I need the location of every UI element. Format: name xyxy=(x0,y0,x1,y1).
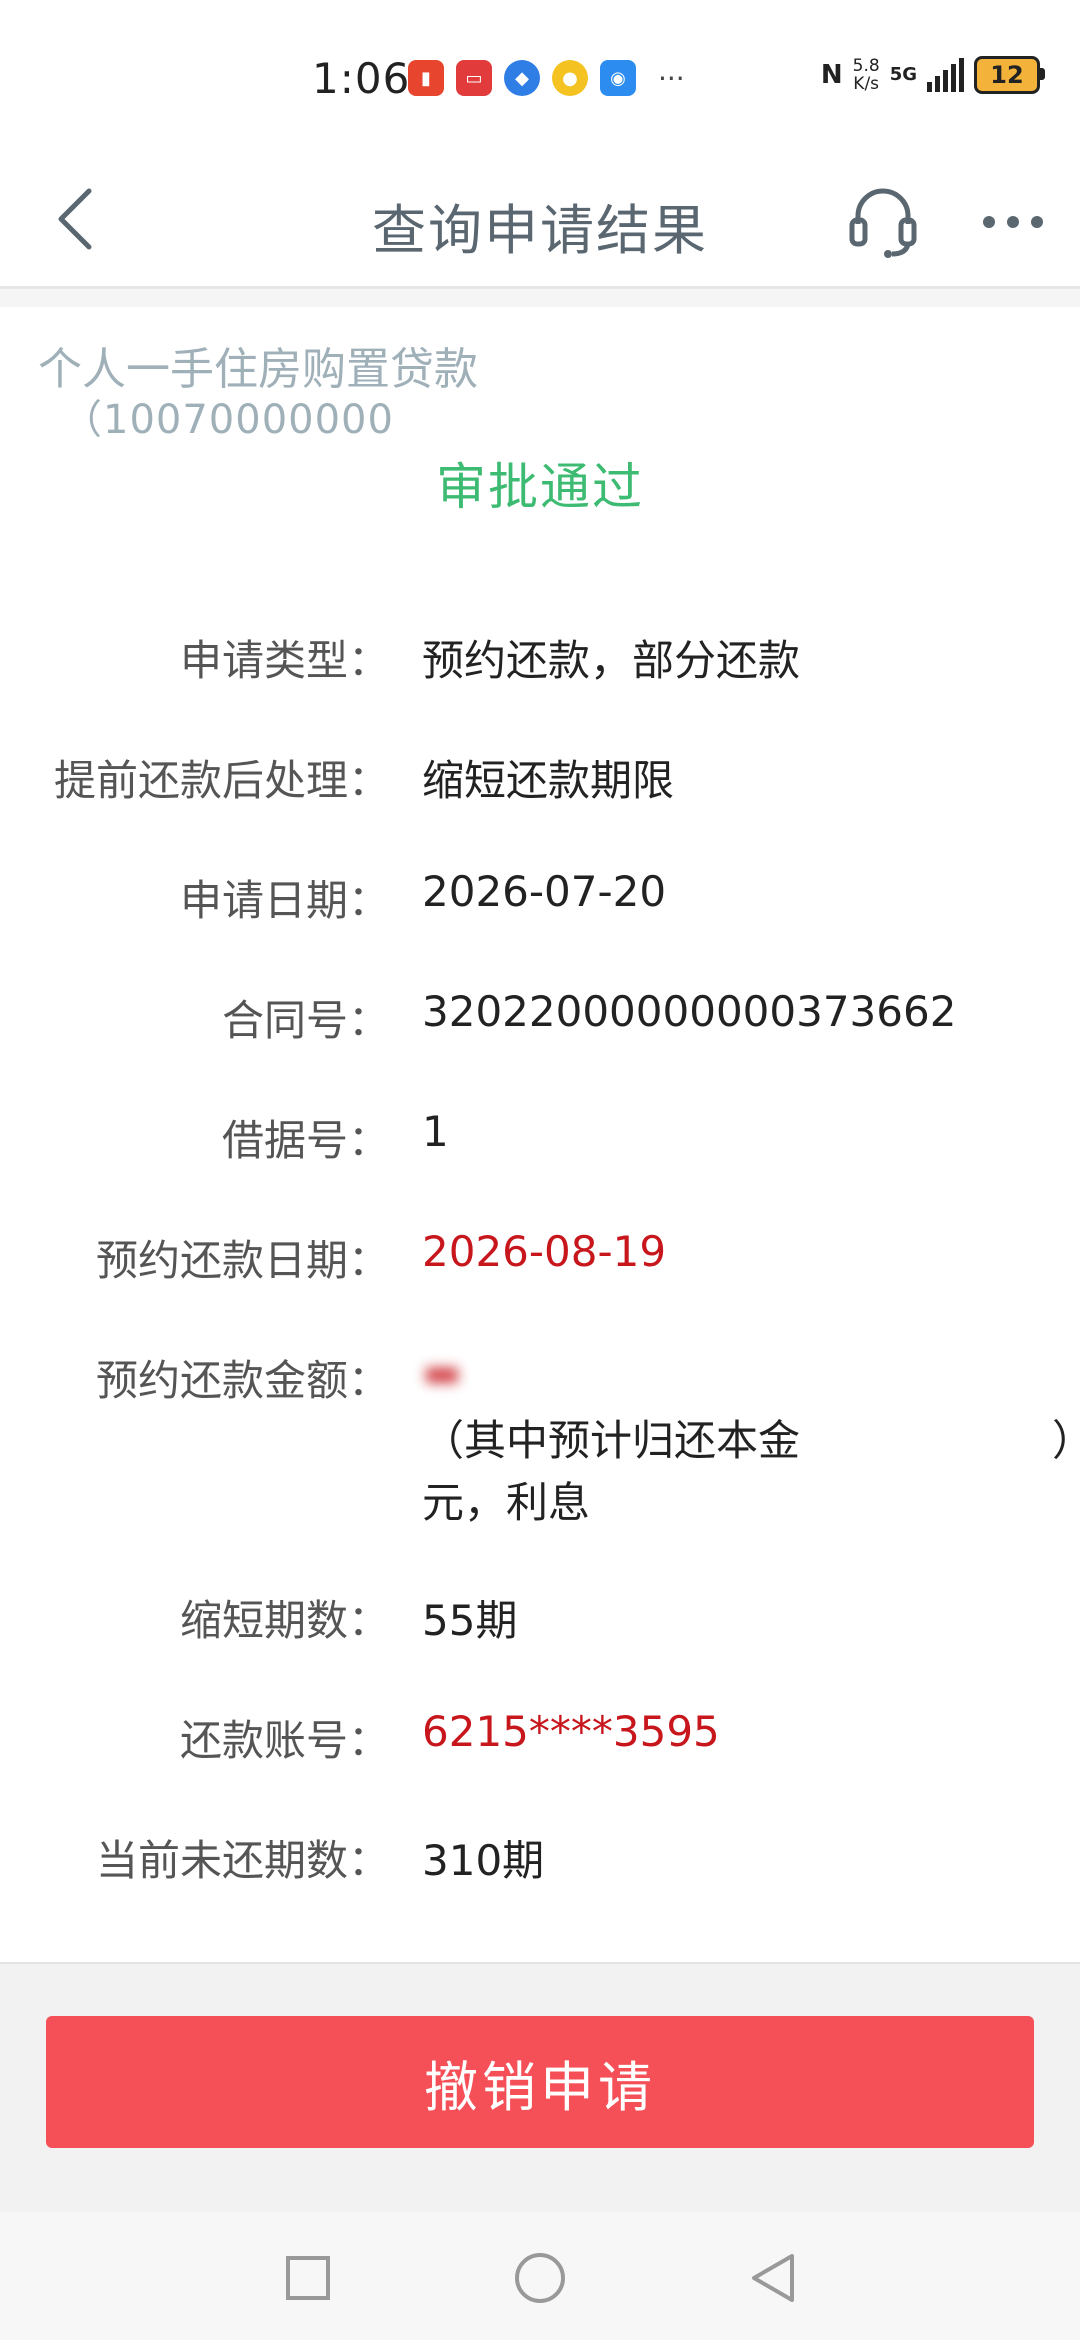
section-divider xyxy=(0,289,1080,307)
battery-icon: 12 xyxy=(974,56,1045,94)
amount-detail-line: （其中预计归还本金 ） xyxy=(422,1407,1080,1468)
detail-value: 55期 xyxy=(422,1596,518,1645)
detail-label: 合同号： xyxy=(221,996,390,1045)
detail-value: 6215****3595 xyxy=(422,1707,720,1756)
square-icon xyxy=(286,2256,330,2300)
redacted-value xyxy=(590,1478,758,1527)
notification-icons: ▮ ▭ ◆ ● ◉ ··· xyxy=(408,60,685,96)
system-indicators: N 5.8 K/s 5G 12 xyxy=(820,56,1045,94)
triangle-back-icon xyxy=(752,2254,794,2302)
loan-id: （10070000000 xyxy=(62,387,614,445)
more-notifications-icon: ··· xyxy=(658,61,685,95)
redacted-mask xyxy=(393,402,614,442)
detail-value: 预约还款，部分还款 xyxy=(422,636,801,685)
more-options-button[interactable] xyxy=(975,184,1051,260)
detail-value: 310期 xyxy=(422,1836,545,1885)
detail-label: 预约还款金额： xyxy=(95,1356,390,1405)
circle-icon xyxy=(515,2253,565,2303)
cancel-application-button[interactable]: 撤销申请 xyxy=(46,2016,1034,2148)
nav-back-button[interactable] xyxy=(744,2250,800,2306)
battery-level: 12 xyxy=(990,61,1024,89)
system-nav-bar xyxy=(0,2212,1080,2340)
title-bar: 查询申请结果 xyxy=(0,160,1080,289)
network-speed-value: 5.8 xyxy=(852,56,880,76)
clock: 1:06 xyxy=(312,54,411,103)
more-dots-icon xyxy=(983,216,1043,228)
app-notification-icon: ▮ xyxy=(408,60,444,96)
detail-label: 提前还款后处理： xyxy=(53,756,390,805)
detail-value: 32022000000000373662 xyxy=(422,987,957,1036)
bottom-action-area: 撤销申请 xyxy=(0,1962,1080,2214)
result-card: 个人一手住房购置贷款 （10070000000 审批通过 申请类型： 预约还款，… xyxy=(0,307,1080,1959)
interest-text: 元，利息 xyxy=(422,1478,591,1527)
network-speed-unit: K/s xyxy=(853,74,880,94)
detail-value: 2026-08-19 xyxy=(422,1227,667,1276)
weibo-icon: ● xyxy=(552,60,588,96)
detail-value: 1 xyxy=(422,1107,449,1156)
redacted-value xyxy=(800,1416,1052,1465)
detail-label: 申请类型： xyxy=(179,636,390,685)
detail-label: 申请日期： xyxy=(179,876,390,925)
detail-label: 当前未还期数： xyxy=(95,1836,390,1885)
detail-label: 还款账号： xyxy=(179,1716,390,1765)
detail-value: 缩短还款期限 xyxy=(422,756,675,805)
amount-detail-line: 元，利息 xyxy=(422,1469,758,1530)
principal-text: （其中预计归还本金 xyxy=(422,1416,801,1465)
recents-button[interactable] xyxy=(280,2250,336,2306)
approval-status: 审批通过 xyxy=(436,458,644,516)
home-button[interactable] xyxy=(512,2250,568,2306)
message-app-icon: ◉ xyxy=(600,60,636,96)
loan-id-text: （10070000000 xyxy=(62,397,394,443)
status-bar: 1:06 ▮ ▭ ◆ ● ◉ ··· N 5.8 K/s 5G 12 xyxy=(0,0,1080,160)
detail-label: 缩短期数： xyxy=(179,1596,390,1645)
signal-icon xyxy=(927,58,964,92)
browser-app-icon: ◆ xyxy=(504,60,540,96)
detail-label: 预约还款日期： xyxy=(95,1236,390,1285)
customer-service-button[interactable] xyxy=(845,184,921,260)
detail-value: 2026-07-20 xyxy=(422,867,667,916)
network-type: 5G xyxy=(889,64,917,85)
principal-close: ） xyxy=(1052,1416,1080,1465)
headset-icon xyxy=(849,188,917,258)
detail-row-repay-amount: 预约还款金额： ▬ （其中预计归还本金 ） 元，利息 xyxy=(0,1347,1080,1537)
detail-label: 借据号： xyxy=(221,1116,390,1165)
redacted-amount: ▬ xyxy=(422,1347,462,1396)
tv-app-icon: ▭ xyxy=(456,60,492,96)
network-speed: 5.8 K/s xyxy=(853,57,880,93)
nfc-icon: N xyxy=(820,60,843,90)
